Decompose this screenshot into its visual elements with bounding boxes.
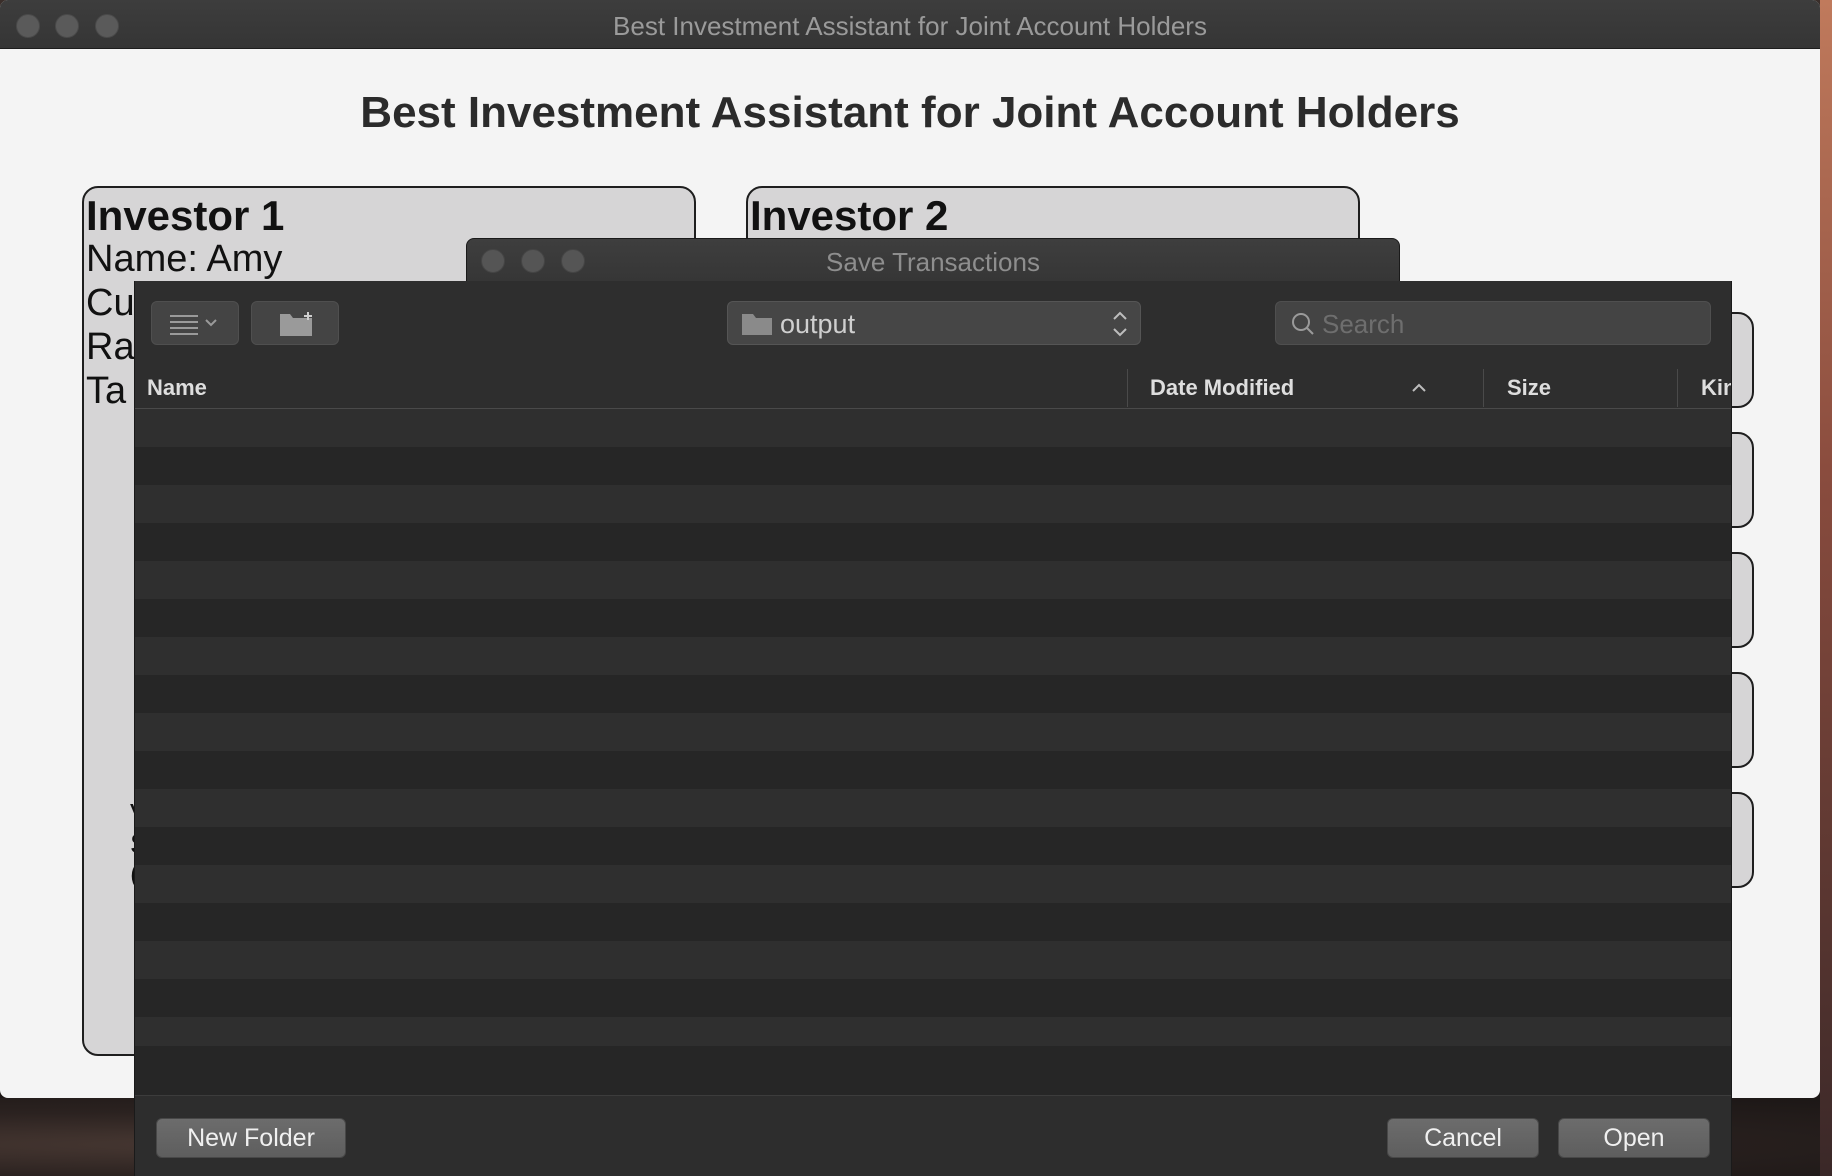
new-folder-button[interactable]: New Folder [156,1118,346,1158]
page-title: Best Investment Assistant for Joint Acco… [360,88,1460,137]
list-row [135,1017,1731,1046]
investor-1-line-3: Ra [86,326,135,368]
location-popup[interactable]: output [727,301,1141,345]
column-name[interactable]: Name [147,367,1107,409]
list-row [135,485,1731,523]
dialog-footer: New Folder Cancel Open [135,1095,1731,1176]
window-title: Best Investment Assistant for Joint Acco… [613,11,1207,41]
cancel-button[interactable]: Cancel [1387,1118,1539,1158]
list-row [135,409,1731,447]
dialog-titlebar: Save Transactions [466,238,1400,282]
column-kind[interactable]: Kin [1701,367,1731,409]
list-row [135,637,1731,675]
list-row [135,941,1731,979]
main-titlebar: Best Investment Assistant for Joint Acco… [0,0,1820,49]
dialog-title: Save Transactions [826,247,1040,277]
location-label: output [780,309,856,339]
sort-ascending-icon [1412,383,1426,392]
view-mode-button[interactable] [151,301,239,345]
search-icon [1292,313,1314,335]
column-separator [1483,369,1484,407]
toolbar-new-folder-button[interactable] [251,301,339,345]
open-button[interactable]: Open [1558,1118,1710,1158]
column-separator [1677,369,1678,407]
new-folder-icon [280,312,312,336]
search-field[interactable] [1275,301,1711,345]
list-row [135,447,1731,485]
file-list-header: Name Date Modified Size Kin [135,367,1731,409]
column-separator [1127,369,1128,407]
search-input[interactable] [1320,306,1704,342]
investor-2-title: Investor 2 [750,192,949,239]
list-row [135,561,1731,599]
investor-1-name: Name: Amy [86,238,283,280]
dialog-toolbar: output [135,281,1731,368]
save-dialog: output Name Date Modified Size Kin [134,281,1732,1176]
list-row [135,903,1731,941]
list-row [135,789,1731,827]
column-size[interactable]: Size [1507,367,1687,409]
list-view-icon [170,315,217,335]
investor-1-line-2: Cu [86,282,135,324]
investor-1-title: Investor 1 [86,192,285,239]
list-row [135,979,1731,1017]
list-row [135,751,1731,789]
list-row [135,523,1731,561]
list-row [135,599,1731,637]
updown-chevron-icon [1113,311,1127,337]
list-row [135,827,1731,865]
list-filler [135,1046,1731,1095]
desktop-edge [1820,0,1832,1176]
file-list[interactable] [135,409,1731,1046]
investor-1-line-4: Ta [86,370,127,412]
list-row [135,675,1731,713]
folder-icon [742,314,772,335]
list-row [135,713,1731,751]
column-date-modified[interactable]: Date Modified [1150,367,1410,409]
list-row [135,865,1731,903]
